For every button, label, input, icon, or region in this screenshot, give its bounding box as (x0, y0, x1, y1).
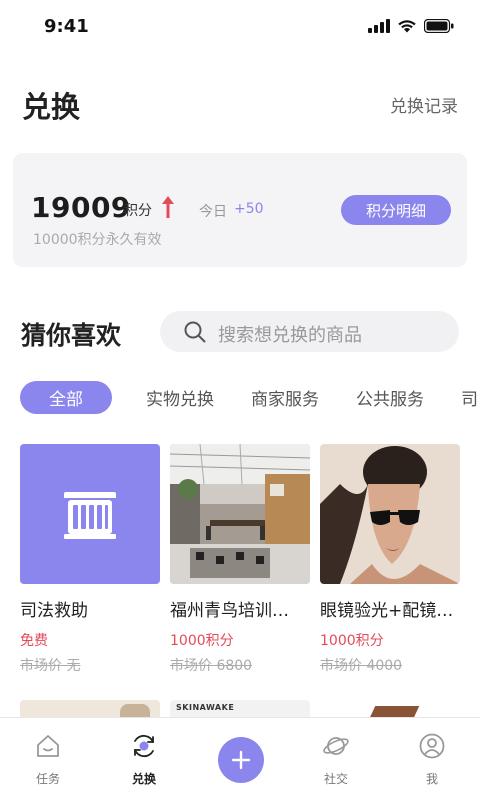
nav-me[interactable]: 我 (402, 732, 462, 787)
search-input[interactable]: 搜索想兑换的商品 (160, 311, 459, 352)
product-price: 1000积分 (320, 633, 384, 649)
tab-all[interactable]: 全部 (20, 381, 112, 414)
tab-judicial[interactable]: 司 (461, 385, 478, 410)
search-placeholder: 搜索想兑换的商品 (218, 325, 362, 346)
plus-icon (231, 750, 251, 770)
home-icon (37, 735, 59, 757)
product-card[interactable]: 福州青鸟培训… 1000积分 市场价 6800 (170, 444, 310, 675)
product-card[interactable]: 司法救助 免费 市场价 无 (20, 444, 160, 675)
status-icons (368, 19, 454, 33)
product-market-price: 市场价 6800 (170, 658, 253, 674)
page-title: 兑换 (22, 90, 81, 124)
points-unit: 积分 (124, 203, 152, 219)
brand-label: SKINAWAKE (176, 703, 235, 712)
wifi-icon (398, 20, 416, 33)
nav-label: 任务 (35, 772, 60, 786)
points-note: 10000积分永久有效 (33, 232, 162, 248)
today-label: 今日 (199, 204, 227, 220)
add-button[interactable] (218, 737, 264, 783)
office-photo (170, 444, 310, 584)
points-detail-button[interactable]: 积分明细 (341, 195, 451, 225)
today-value: +50 (234, 201, 264, 217)
tab-public[interactable]: 公共服务 (356, 385, 424, 410)
signal-icon (368, 19, 390, 33)
product-price: 1000积分 (170, 633, 234, 649)
planet-icon (323, 737, 349, 755)
product-image (20, 444, 160, 584)
nav-exchange[interactable]: 兑换 (114, 732, 174, 787)
building-icon (64, 492, 116, 539)
page-header: 兑换 兑换记录 (0, 80, 480, 130)
product-name: 眼镜验光+配镜… (320, 601, 454, 621)
user-icon (419, 733, 445, 759)
nav-label: 社交 (323, 772, 348, 786)
nav-label: 我 (425, 772, 438, 786)
exchange-record-link[interactable]: 兑换记录 (390, 92, 458, 117)
category-tabs: 全部 实物兑换 商家服务 公共服务 司 (0, 381, 480, 417)
battery-icon (424, 19, 454, 33)
product-name: 司法救助 (20, 601, 88, 621)
up-arrow-icon (162, 196, 174, 218)
nav-label: 兑换 (131, 772, 156, 786)
product-market-price: 市场价 4000 (320, 658, 403, 674)
tab-merchant[interactable]: 商家服务 (251, 385, 319, 410)
exchange-icon (134, 734, 154, 758)
sunglasses-photo (320, 444, 460, 584)
product-price: 免费 (20, 633, 48, 649)
product-name: 福州青鸟培训… (170, 601, 289, 621)
status-bar: 9:41 (0, 0, 480, 56)
nav-tasks[interactable]: 任务 (18, 732, 78, 787)
points-card: 19009 积分 今日 +50 10000积分永久有效 积分明细 (13, 153, 467, 267)
bottom-tab-bar: 任务 兑换 社交 我 (0, 717, 480, 800)
points-value: 19009 (31, 191, 131, 224)
tab-physical[interactable]: 实物兑换 (146, 385, 214, 410)
product-market-price: 市场价 无 (20, 658, 81, 674)
section-title: 猜你喜欢 (21, 321, 122, 350)
nav-social[interactable]: 社交 (306, 732, 366, 787)
status-time: 9:41 (44, 16, 89, 37)
search-icon (184, 321, 206, 343)
product-card[interactable]: 眼镜验光+配镜… 1000积分 市场价 4000 (320, 444, 460, 675)
